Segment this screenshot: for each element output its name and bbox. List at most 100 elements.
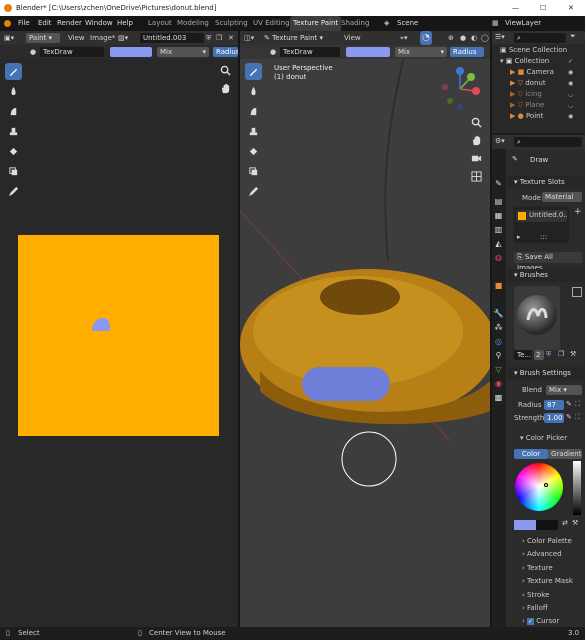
viewport-overlay-icon[interactable]: ◔ bbox=[420, 31, 432, 45]
render-tab-icon[interactable]: ▤ bbox=[492, 195, 505, 208]
shading-material-icon[interactable]: ◐ bbox=[471, 31, 477, 45]
radius-field[interactable]: 87 px bbox=[544, 400, 564, 419]
annotate-tool-button[interactable] bbox=[5, 183, 22, 200]
particles-tab-icon[interactable]: ⁂ bbox=[492, 321, 505, 334]
viewport-local-view-icon[interactable]: ⌖▾ bbox=[400, 31, 407, 45]
color-wheel[interactable] bbox=[515, 463, 563, 511]
viewport-menu-view[interactable]: View bbox=[344, 31, 361, 45]
constraints-tab-icon[interactable]: ⚲ bbox=[492, 349, 505, 362]
shading-rendered-icon[interactable]: ◯ bbox=[481, 31, 489, 45]
menu-window[interactable]: Window bbox=[85, 16, 113, 31]
list-resize-handle[interactable]: ::: bbox=[540, 233, 547, 241]
list-expand-icon[interactable]: ▸ bbox=[517, 233, 521, 241]
paint-canvas[interactable] bbox=[18, 235, 219, 436]
texture-slots-panel-header[interactable]: ▾ Texture Slots bbox=[508, 176, 585, 189]
menu-render[interactable]: Render bbox=[57, 16, 82, 31]
workspace-tab-texture-paint[interactable]: Texture Paint bbox=[290, 16, 342, 31]
brush-thumbnail[interactable] bbox=[514, 286, 560, 350]
value-slider[interactable] bbox=[573, 461, 581, 515]
image-pan-button[interactable] bbox=[218, 81, 232, 95]
image-menu-view[interactable]: View bbox=[68, 31, 85, 45]
gizmo-y-axis[interactable] bbox=[467, 73, 475, 81]
expand-chevron-icon[interactable]: ▾ bbox=[500, 57, 504, 65]
gizmo-neg-y-axis[interactable] bbox=[447, 98, 453, 104]
menu-file[interactable]: File bbox=[18, 16, 30, 31]
save-all-images-button[interactable]: ⎘ Save All Images bbox=[514, 252, 582, 272]
perspective-toggle-button[interactable] bbox=[469, 169, 483, 183]
image-blend-select[interactable]: Mix ▾ bbox=[157, 47, 209, 57]
swap-colors-icon[interactable]: ⇄ bbox=[562, 519, 568, 527]
image-zoom-button[interactable] bbox=[218, 63, 232, 77]
output-tab-icon[interactable]: ▦ bbox=[492, 209, 505, 222]
primary-color-swatch[interactable] bbox=[514, 520, 536, 530]
3d-viewport[interactable]: ◫▾ ✎ Texture Paint ▾ View ⌖▾ ◔ ⊕ ● ◐ ◯ ●… bbox=[240, 31, 490, 627]
outliner-filter-icon[interactable]: ⏷ bbox=[570, 32, 576, 41]
world-tab-icon[interactable]: ◍ bbox=[492, 251, 505, 264]
viewport-zoom-button[interactable] bbox=[469, 115, 483, 129]
viewport-editor-type-icon[interactable]: ◫▾ bbox=[244, 31, 254, 45]
viewport-clone-tool-button[interactable] bbox=[245, 123, 262, 140]
image-brush-field[interactable]: TexDraw bbox=[40, 47, 104, 57]
color-tab[interactable]: Color bbox=[514, 449, 548, 459]
strength-field[interactable]: 1.00 bbox=[544, 413, 564, 423]
brush-users-count[interactable]: 2 bbox=[534, 350, 544, 360]
viewport-draw-tool-button[interactable] bbox=[245, 63, 262, 80]
object-tab-icon[interactable]: ■ bbox=[492, 279, 505, 292]
blend-select[interactable]: Mix ▾ bbox=[546, 385, 582, 395]
draw-tool-button[interactable] bbox=[5, 63, 22, 80]
view-layer-name[interactable]: ViewLayer bbox=[505, 16, 541, 31]
modifier-tab-icon[interactable]: 🔧 bbox=[492, 307, 505, 320]
fill-tool-button[interactable] bbox=[5, 143, 22, 160]
clone-tool-button[interactable] bbox=[5, 123, 22, 140]
texture-tab-icon[interactable]: ▩ bbox=[492, 391, 505, 404]
color-pressure-icon[interactable]: ⚒ bbox=[572, 519, 578, 527]
eye-icon[interactable]: ◉ bbox=[568, 78, 585, 89]
eye-icon[interactable]: ◉ bbox=[568, 111, 585, 122]
viewport-mask-tool-button[interactable] bbox=[245, 163, 262, 180]
shading-solid-icon[interactable]: ● bbox=[460, 31, 466, 45]
outliner-item-scene-collection[interactable]: ▣ Scene Collection bbox=[500, 45, 585, 55]
viewport-blend-select[interactable]: Mix ▾ bbox=[395, 47, 447, 57]
mask-tool-button[interactable] bbox=[5, 163, 22, 180]
viewport-brush-field[interactable]: TexDraw bbox=[280, 47, 340, 57]
workspace-tab-shading[interactable]: Shading bbox=[338, 16, 372, 31]
eye-closed-icon[interactable]: ◡ bbox=[568, 100, 585, 111]
workspace-tab-modeling[interactable]: Modeling bbox=[174, 16, 212, 31]
viewport-fill-tool-button[interactable] bbox=[245, 143, 262, 160]
fake-user-icon[interactable]: ⛨ bbox=[546, 350, 551, 359]
scene-name[interactable]: Scene bbox=[397, 16, 418, 31]
subpanel-falloff[interactable]: › Falloff bbox=[522, 602, 548, 615]
subpanel-advanced[interactable]: › Advanced bbox=[522, 548, 562, 561]
viewport-brush-color-swatch[interactable] bbox=[346, 47, 390, 57]
image-browse-icon[interactable]: ▨▾ bbox=[118, 31, 128, 45]
viewport-mode-select[interactable]: ✎ Texture Paint ▾ bbox=[264, 31, 323, 45]
color-wheel-cursor[interactable] bbox=[544, 483, 548, 487]
add-slot-button[interactable]: + bbox=[574, 207, 582, 217]
strength-unit-icon[interactable]: ⛶ bbox=[575, 413, 580, 422]
brush-settings-panel-header[interactable]: ▾ Brush Settings bbox=[508, 367, 585, 380]
properties-search-field[interactable]: ⌕ bbox=[514, 137, 582, 147]
gizmo-neg-z-axis[interactable] bbox=[457, 104, 463, 110]
brush-browse-icon[interactable] bbox=[572, 287, 582, 297]
image-brush-color-swatch[interactable] bbox=[110, 47, 152, 57]
fake-user-shield-icon[interactable]: ⛨ bbox=[206, 31, 211, 45]
scene-tab-icon[interactable]: ◭ bbox=[492, 237, 505, 250]
outliner-search-field[interactable]: ⌕ bbox=[514, 33, 566, 43]
duplicate-image-icon[interactable]: ❐ bbox=[216, 31, 222, 45]
brush-name-field[interactable]: Te... bbox=[514, 350, 532, 360]
smear-tool-button[interactable] bbox=[5, 103, 22, 120]
viewport-pan-button[interactable] bbox=[469, 133, 483, 147]
gizmo-x-axis[interactable] bbox=[472, 87, 480, 95]
viewport-soften-tool-button[interactable] bbox=[245, 83, 262, 100]
minimize-button[interactable]: — bbox=[512, 0, 519, 16]
duplicate-brush-icon[interactable]: ❐ bbox=[558, 350, 564, 358]
image-name-field[interactable]: Untitled.003 bbox=[140, 33, 204, 43]
subpanel-color-palette[interactable]: › Color Palette bbox=[522, 535, 572, 548]
brushes-panel-header[interactable]: ▾ Brushes bbox=[508, 269, 585, 282]
properties-editor-icon[interactable]: ⚙▾ bbox=[495, 137, 505, 145]
cursor-checkbox[interactable]: ✓ bbox=[527, 618, 535, 625]
gizmo-z-axis[interactable] bbox=[456, 67, 464, 75]
soften-tool-button[interactable] bbox=[5, 83, 22, 100]
mode-select[interactable]: Material bbox=[542, 192, 582, 202]
tool-tab-icon[interactable]: ✎ bbox=[492, 177, 505, 190]
